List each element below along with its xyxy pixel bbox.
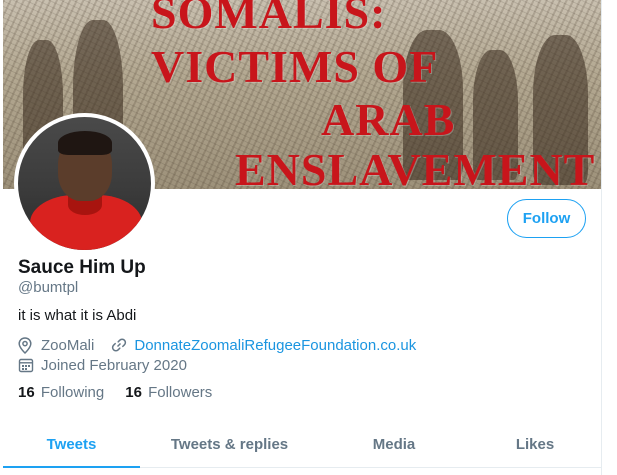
tab-tweets[interactable]: Tweets	[3, 420, 140, 468]
display-name: Sauce Him Up	[18, 257, 146, 278]
location-pin-icon	[18, 336, 36, 354]
calendar-icon	[18, 356, 36, 374]
joined-date: Joined February 2020	[41, 356, 187, 374]
tab-likes[interactable]: Likes	[469, 420, 601, 468]
profile-meta-row: Joined February 2020	[18, 356, 187, 374]
joined-item: Joined February 2020	[18, 356, 187, 374]
followers-label: Followers	[148, 384, 213, 401]
banner-text-line: ENSLAVEMENT	[235, 144, 596, 189]
banner-text-line: VICTIMS OF	[151, 41, 439, 92]
avatar-hair	[58, 131, 112, 155]
banner-text-line: ARAB	[321, 94, 456, 145]
profile-page: SOMALIS: VICTIMS OF ARAB ENSLAVEMENT Fol…	[0, 0, 617, 475]
following-label: Following	[40, 384, 105, 401]
following-stat[interactable]: 16 Following	[18, 384, 104, 401]
following-count: 16	[18, 384, 35, 401]
tab-media[interactable]: Media	[319, 420, 469, 468]
banner-text-line: SOMALIS:	[151, 0, 387, 38]
profile-bio: it is what it is Abdi	[18, 307, 137, 324]
follow-button[interactable]: Follow	[507, 199, 586, 238]
user-handle: @bumtpl	[18, 279, 79, 296]
profile-tabs: Tweets Tweets & replies Media Likes	[3, 420, 601, 468]
link-icon	[111, 336, 129, 354]
website-link[interactable]: DonnateZoomaliRefugeeFoundation.co.uk	[134, 337, 416, 354]
avatar[interactable]	[14, 113, 155, 254]
location-item: ZooMali	[18, 336, 94, 354]
column-divider	[601, 0, 602, 475]
website-item[interactable]: DonnateZoomaliRefugeeFoundation.co.uk	[111, 336, 416, 354]
profile-meta-row: ZooMali DonnateZoomaliRefugeeFoundation.…	[18, 336, 416, 354]
followers-count: 16	[125, 384, 142, 401]
followers-stat[interactable]: 16 Followers	[125, 384, 212, 401]
profile-stats: 16 Following 16 Followers	[18, 384, 233, 401]
tab-tweets-and-replies[interactable]: Tweets & replies	[140, 420, 319, 468]
location-text: ZooMali	[41, 336, 95, 354]
